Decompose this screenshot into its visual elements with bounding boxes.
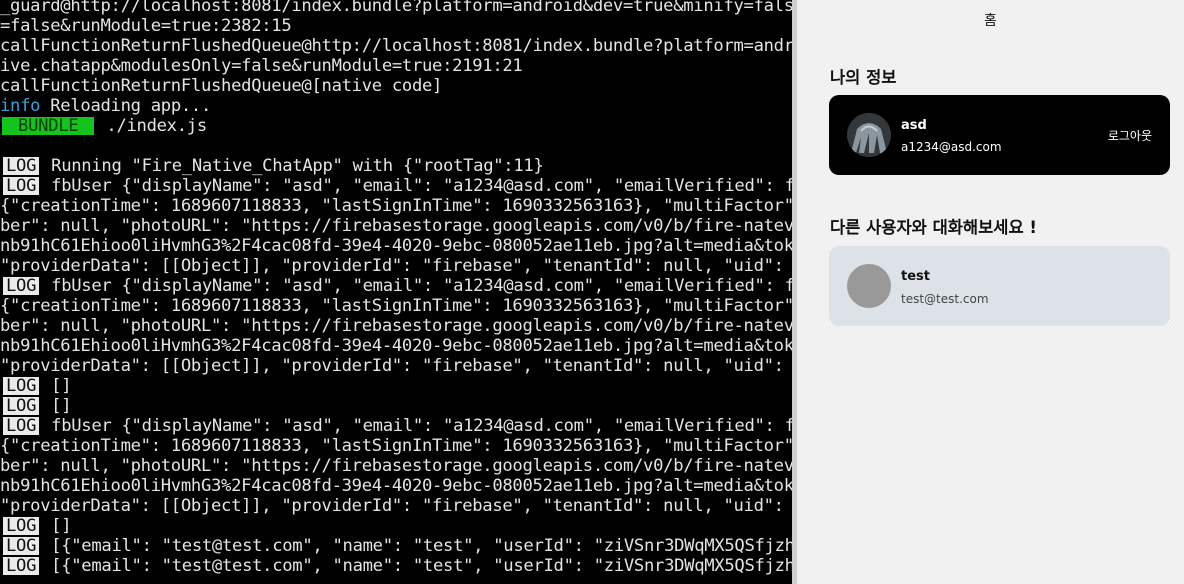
terminal-line: LOG [{"email": "test@test.com", "name": "… bbox=[0, 556, 792, 576]
user-email: test@test.com bbox=[901, 292, 989, 306]
terminal-line: "providerData": [[Object]], "providerId"… bbox=[0, 496, 784, 516]
bundle-tag: BUNDLE bbox=[2, 117, 95, 135]
terminal-line: LOG [{"email": "test@test.com", "name": "… bbox=[0, 536, 792, 556]
user-name: test bbox=[901, 269, 930, 284]
terminal-line: LOG fbUser {"displayName": "asd", "email"… bbox=[0, 276, 792, 296]
my-info-title: 나의 정보 bbox=[830, 68, 897, 87]
terminal-line-text: fbUser {"displayName": "asd", "email": "… bbox=[51, 176, 792, 196]
log-tag: LOG bbox=[3, 557, 40, 575]
terminal-line-text: =false&runModule=true:2382:15 bbox=[0, 16, 292, 36]
header-title: 홈 bbox=[984, 13, 997, 29]
terminal-line-text: _guard@http://localhost:8081/index.bundl… bbox=[0, 0, 792, 16]
app-screen: 홈 나의 정보 asd a1234@asd.com 로그아웃 다른 사용자와 대… bbox=[797, 0, 1184, 584]
my-email: a1234@asd.com bbox=[901, 140, 1002, 154]
terminal-line-text: fbUser {"displayName": "asd", "email": "… bbox=[51, 276, 792, 296]
terminal-line-text: callFunctionReturnFlushedQueue@http://lo… bbox=[0, 36, 792, 56]
terminal-line: callFunctionReturnFlushedQueue@[native c… bbox=[0, 76, 442, 96]
log-tag: LOG bbox=[3, 537, 40, 555]
terminal-line-text: nb91hC61Ehioo0liHvmhG3%2F4cac08fd-39e4-4… bbox=[0, 236, 792, 256]
terminal-line: {"creationTime": 1689607118833, "lastSig… bbox=[0, 436, 792, 456]
terminal-line-text: "providerData": [[Object]], "providerId"… bbox=[0, 256, 784, 276]
terminal-window[interactable]: _guard@http://localhost:8081/index.bundl… bbox=[0, 0, 792, 584]
terminal-line-text: ive.chatapp&modulesOnly=false&runModule=… bbox=[0, 56, 523, 76]
terminal-line: ber": null, "photoURL": "https://firebas… bbox=[0, 216, 792, 236]
terminal-line: BUNDLE ./index.js bbox=[0, 116, 207, 136]
user-avatar bbox=[847, 264, 891, 308]
terminal-line-text: nb91hC61Ehioo0liHvmhG3%2F4cac08fd-39e4-4… bbox=[0, 476, 792, 496]
log-tag: LOG bbox=[3, 177, 40, 195]
other-users-title: 다른 사용자와 대화해보세요 ! bbox=[830, 218, 1037, 237]
terminal-line-text: fbUser {"displayName": "asd", "email": "… bbox=[51, 416, 792, 436]
terminal-line-text: [] bbox=[51, 376, 72, 396]
terminal-line-text: ber": null, "photoURL": "https://firebas… bbox=[0, 216, 792, 236]
terminal-line: "providerData": [[Object]], "providerId"… bbox=[0, 256, 784, 276]
log-tag: LOG bbox=[3, 517, 40, 535]
terminal-line: LOG [] bbox=[0, 376, 72, 396]
my-name: asd bbox=[901, 118, 927, 133]
terminal-line-text: ./index.js bbox=[106, 116, 207, 136]
terminal-line-text: {"creationTime": 1689607118833, "lastSig… bbox=[0, 196, 792, 216]
terminal-line-text: [{"email": "test@test.com", "name": "tes… bbox=[51, 556, 792, 576]
terminal-line: LOG Running "Fire_Native_ChatApp" with {"… bbox=[0, 156, 544, 176]
terminal-line: LOG fbUser {"displayName": "asd", "email"… bbox=[0, 416, 792, 436]
terminal-line-text: ber": null, "photoURL": "https://firebas… bbox=[0, 456, 792, 476]
terminal-line-text: "providerData": [[Object]], "providerId"… bbox=[0, 496, 784, 516]
terminal-line: callFunctionReturnFlushedQueue@http://lo… bbox=[0, 36, 792, 56]
terminal-line: ber": null, "photoURL": "https://firebas… bbox=[0, 316, 792, 336]
terminal-line: LOG [] bbox=[0, 516, 72, 536]
my-profile-card: asd a1234@asd.com 로그아웃 bbox=[829, 95, 1170, 175]
terminal-line-text: Running "Fire_Native_ChatApp" with {"roo… bbox=[51, 156, 544, 176]
log-tag: LOG bbox=[3, 157, 40, 175]
my-avatar bbox=[847, 113, 891, 157]
terminal-line-text: [] bbox=[51, 396, 72, 416]
terminal-line-text: callFunctionReturnFlushedQueue@[native c… bbox=[0, 76, 443, 96]
terminal-line: nb91hC61Ehioo0liHvmhG3%2F4cac08fd-39e4-4… bbox=[0, 236, 792, 256]
terminal-line-text: [{"email": "test@test.com", "name": "tes… bbox=[51, 536, 792, 556]
terminal-line-text: info Reloading app... bbox=[0, 96, 212, 116]
terminal-line-text: {"creationTime": 1689607118833, "lastSig… bbox=[0, 436, 792, 456]
terminal-line: ive.chatapp&modulesOnly=false&runModule=… bbox=[0, 56, 523, 76]
log-tag: LOG bbox=[3, 377, 40, 395]
terminal-line: LOG fbUser {"displayName": "asd", "email"… bbox=[0, 176, 792, 196]
log-tag: LOG bbox=[3, 277, 40, 295]
avatar-photo-icon bbox=[847, 113, 891, 157]
terminal-line-text: nb91hC61Ehioo0liHvmhG3%2F4cac08fd-39e4-4… bbox=[0, 336, 792, 356]
logout-button[interactable]: 로그아웃 bbox=[1108, 127, 1152, 144]
terminal-line: ber": null, "photoURL": "https://firebas… bbox=[0, 456, 792, 476]
terminal-line: LOG [] bbox=[0, 396, 72, 416]
terminal-line: {"creationTime": 1689607118833, "lastSig… bbox=[0, 196, 792, 216]
terminal-line: nb91hC61Ehioo0liHvmhG3%2F4cac08fd-39e4-4… bbox=[0, 336, 792, 356]
terminal-line-text: ber": null, "photoURL": "https://firebas… bbox=[0, 316, 792, 336]
terminal-line-text: [] bbox=[51, 516, 72, 536]
terminal-line: _guard@http://localhost:8081/index.bundl… bbox=[0, 0, 792, 16]
terminal-line: nb91hC61Ehioo0liHvmhG3%2F4cac08fd-39e4-4… bbox=[0, 476, 792, 496]
user-list-item[interactable]: test test@test.com bbox=[829, 246, 1170, 326]
terminal-line: info Reloading app... bbox=[0, 96, 211, 116]
terminal-line: =false&runModule=true:2382:15 bbox=[0, 16, 292, 36]
log-tag: LOG bbox=[3, 397, 40, 415]
terminal-line-text: {"creationTime": 1689607118833, "lastSig… bbox=[0, 296, 792, 316]
terminal-line: {"creationTime": 1689607118833, "lastSig… bbox=[0, 296, 792, 316]
terminal-line: "providerData": [[Object]], "providerId"… bbox=[0, 356, 784, 376]
terminal-line-text: "providerData": [[Object]], "providerId"… bbox=[0, 356, 784, 376]
log-tag: LOG bbox=[3, 417, 40, 435]
